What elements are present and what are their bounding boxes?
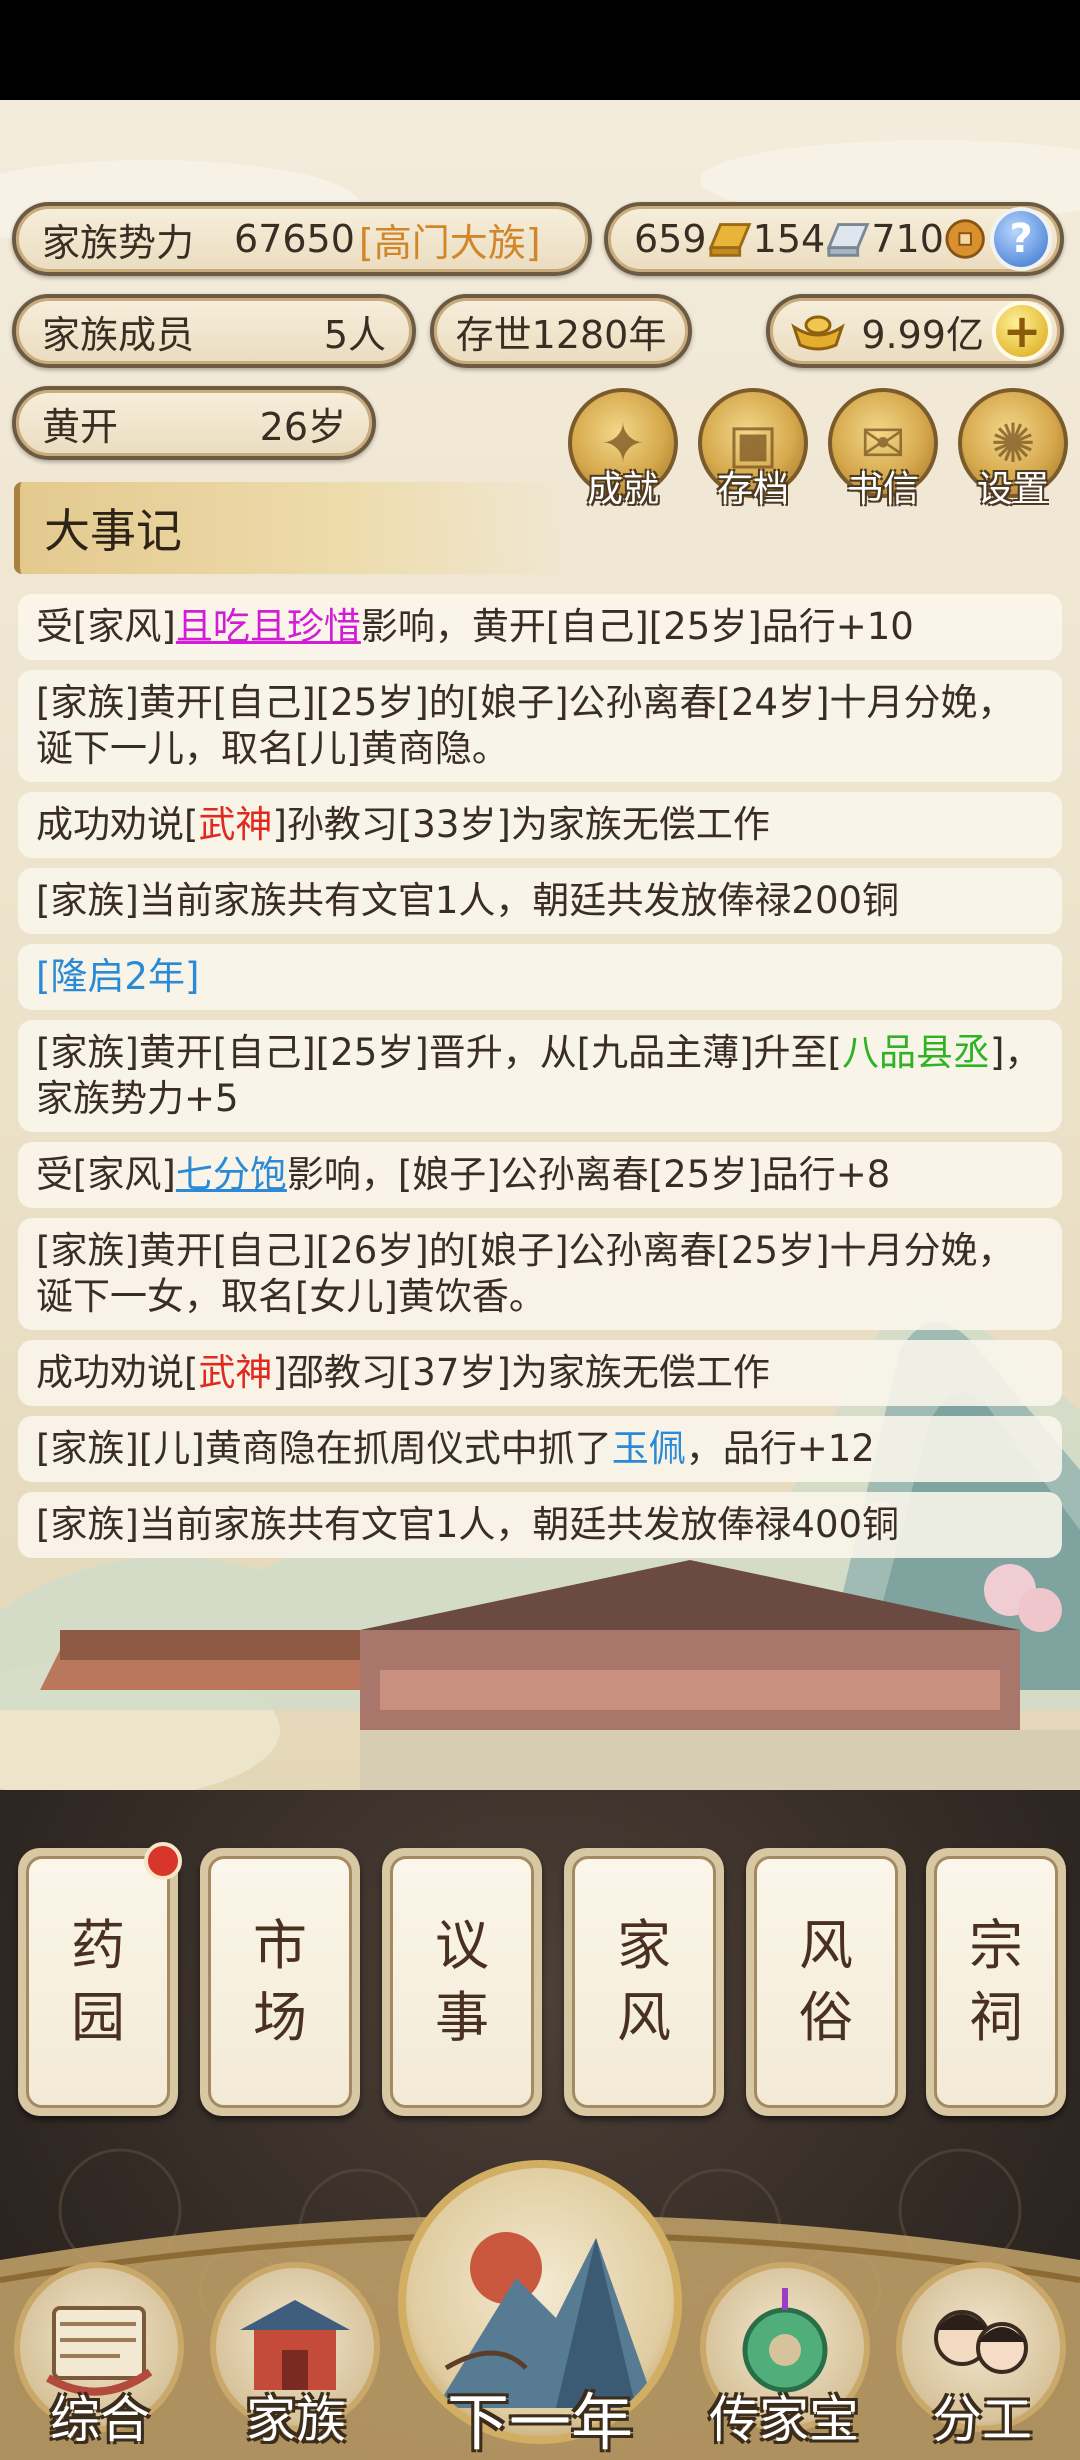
chronicle-entry: [家族]黄开[自己][25岁]的[娘子]公孙离春[24岁]十月分娩，诞下一儿，取… xyxy=(18,670,1062,782)
general-nav-label: 综合 xyxy=(50,2391,150,2449)
chronicle-entry-year: [隆启2年] xyxy=(18,944,1062,1010)
family-power-value: 67650 xyxy=(234,217,355,261)
notification-dot xyxy=(144,1842,182,1880)
family-power-label: 家族势力 xyxy=(42,220,195,265)
family-members-label: 家族成员 xyxy=(42,312,195,357)
family-power-bar: 家族势力 67650 [高门大族] xyxy=(12,202,592,276)
chronicle-entry: [家族]当前家族共有文官1人，朝廷共发放俸禄400铜 xyxy=(18,1492,1062,1558)
status-bar xyxy=(0,0,1080,100)
family-motto-link[interactable]: 七分饱 xyxy=(176,1153,287,1196)
years-existed: 存世1280年 xyxy=(455,312,667,357)
chronicle-entry: [家族][儿]黄商隐在抓周仪式中抓了玉佩，品行+12 xyxy=(18,1416,1062,1482)
division-nav-label: 分工 xyxy=(932,2391,1032,2449)
heirloom-nav-label: 传家宝 xyxy=(709,2391,859,2449)
chronicle-entry: 成功劝说[武神]孙教习[33岁]为家族无偿工作 xyxy=(18,792,1062,858)
settings-label: 设置 xyxy=(976,469,1049,510)
copper-coin-icon xyxy=(945,219,985,259)
character-name: 黄开 xyxy=(42,404,119,449)
letter-label: 书信 xyxy=(846,469,919,510)
family-nav-label: 家族 xyxy=(246,2391,346,2449)
chronicle-entry: [家族]当前家族共有文官1人，朝廷共发放俸禄200铜 xyxy=(18,868,1062,934)
chronicle-entry: 受[家风]且吃且珍惜影响，黄开[自己][25岁]品行+10 xyxy=(18,594,1062,660)
ingot-bar: 9.99亿 + xyxy=(766,294,1064,368)
currency-bar: 659 154 710 ? xyxy=(604,202,1064,276)
save-label: 存档 xyxy=(716,469,789,510)
years-badge: 存世1280年 xyxy=(430,294,692,368)
family-members-bar: 家族成员 5人 xyxy=(12,294,416,368)
council-button[interactable]: 议事 xyxy=(382,1848,542,2116)
chronicle-entry: [家族]黄开[自己][25岁]晋升，从[九品主薄]升至[八品县丞]，家族势力+5 xyxy=(18,1020,1062,1132)
gold-bar-icon xyxy=(708,223,751,257)
martial-god-title: 武神 xyxy=(198,803,273,846)
character-age: 26岁 xyxy=(259,404,346,449)
market-button[interactable]: 市场 xyxy=(200,1848,360,2116)
chronicle-title-banner: 大事记 xyxy=(14,482,574,574)
gold-count: 659 xyxy=(634,217,707,261)
family-motto-link[interactable]: 且吃且珍惜 xyxy=(176,605,361,648)
add-ingot-button[interactable]: + xyxy=(992,301,1052,361)
chronicle-title: 大事记 xyxy=(44,504,182,558)
chronicle-entry: [家族]黄开[自己][26岁]的[娘子]公孙离春[25岁]十月分娩，诞下一女，取… xyxy=(18,1218,1062,1330)
ancestral-hall-button[interactable]: 宗祠 xyxy=(926,1848,1066,2116)
copper-count: 710 xyxy=(871,217,944,261)
customs-button[interactable]: 风俗 xyxy=(746,1848,906,2116)
ingot-value: 9.99亿 xyxy=(861,312,984,357)
herb-garden-button[interactable]: 药园 xyxy=(18,1848,178,2116)
family-rank: [高门大族] xyxy=(358,220,541,265)
family-motto-button[interactable]: 家风 xyxy=(564,1848,724,2116)
silver-count: 154 xyxy=(752,217,826,261)
help-icon: ? xyxy=(1009,216,1033,262)
family-members-value: 5人 xyxy=(323,312,386,357)
achievement-label: 成就 xyxy=(586,469,659,510)
plus-icon: + xyxy=(1002,304,1042,358)
next-year-label: 下一年 xyxy=(446,2386,633,2459)
rank-title: 八品县丞 xyxy=(842,1031,990,1074)
character-bar[interactable]: 黄开 26岁 xyxy=(12,386,376,460)
martial-god-title: 武神 xyxy=(198,1351,273,1394)
chronicle-list[interactable]: 受[家风]且吃且珍惜影响，黄开[自己][25岁]品行+10 [家族]黄开[自己]… xyxy=(18,594,1062,1568)
chronicle-entry: 成功劝说[武神]邵教习[37岁]为家族无偿工作 xyxy=(18,1340,1062,1406)
help-button[interactable]: ? xyxy=(990,207,1052,271)
item-name: 玉佩 xyxy=(611,1427,686,1470)
silver-bar-icon xyxy=(826,223,870,257)
gold-ingot-icon xyxy=(791,315,845,351)
chronicle-entry: 受[家风]七分饱影响，[娘子]公孙离春[25岁]品行+8 xyxy=(18,1142,1062,1208)
